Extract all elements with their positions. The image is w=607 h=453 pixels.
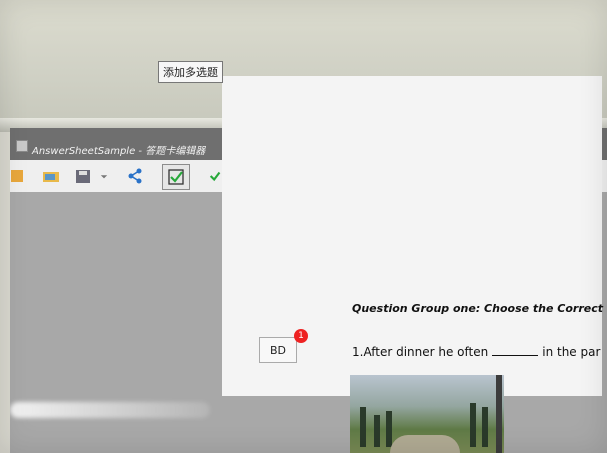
screen-glare bbox=[10, 402, 210, 418]
app-icon bbox=[16, 140, 28, 152]
save-dropdown[interactable] bbox=[96, 164, 112, 188]
tree bbox=[470, 403, 476, 447]
share-icon bbox=[128, 168, 142, 184]
tree bbox=[386, 411, 392, 447]
notification-badge: 1 bbox=[294, 329, 308, 343]
dropdown-icon bbox=[100, 175, 108, 179]
open-folder-icon bbox=[43, 172, 59, 182]
tooltip: 添加多选题 bbox=[158, 61, 223, 83]
new-file-icon bbox=[11, 170, 23, 182]
answer-blank bbox=[492, 355, 539, 356]
question-image bbox=[350, 375, 504, 453]
share-button[interactable] bbox=[122, 164, 148, 188]
question-text-prefix: 1.After dinner he often bbox=[352, 345, 489, 359]
open-button[interactable] bbox=[38, 164, 64, 188]
tree bbox=[374, 415, 380, 447]
tree bbox=[482, 407, 488, 447]
window-title: AnswerSheetSample - 答题卡编辑器 bbox=[32, 146, 206, 157]
post bbox=[496, 375, 502, 453]
multi-choice-button[interactable] bbox=[162, 164, 190, 190]
tree bbox=[360, 407, 366, 447]
new-file-button[interactable] bbox=[10, 164, 30, 188]
question-group-heading: Question Group one: Choose the Correct bbox=[352, 302, 604, 315]
save-button[interactable] bbox=[70, 164, 96, 188]
question-text-suffix: in the par bbox=[542, 345, 601, 359]
answer-badge[interactable]: BD bbox=[259, 337, 297, 363]
multi-choice-icon bbox=[168, 169, 184, 185]
save-icon bbox=[76, 170, 90, 183]
path bbox=[390, 435, 460, 453]
question-item[interactable]: 1.After dinner he often in the par bbox=[352, 345, 600, 359]
